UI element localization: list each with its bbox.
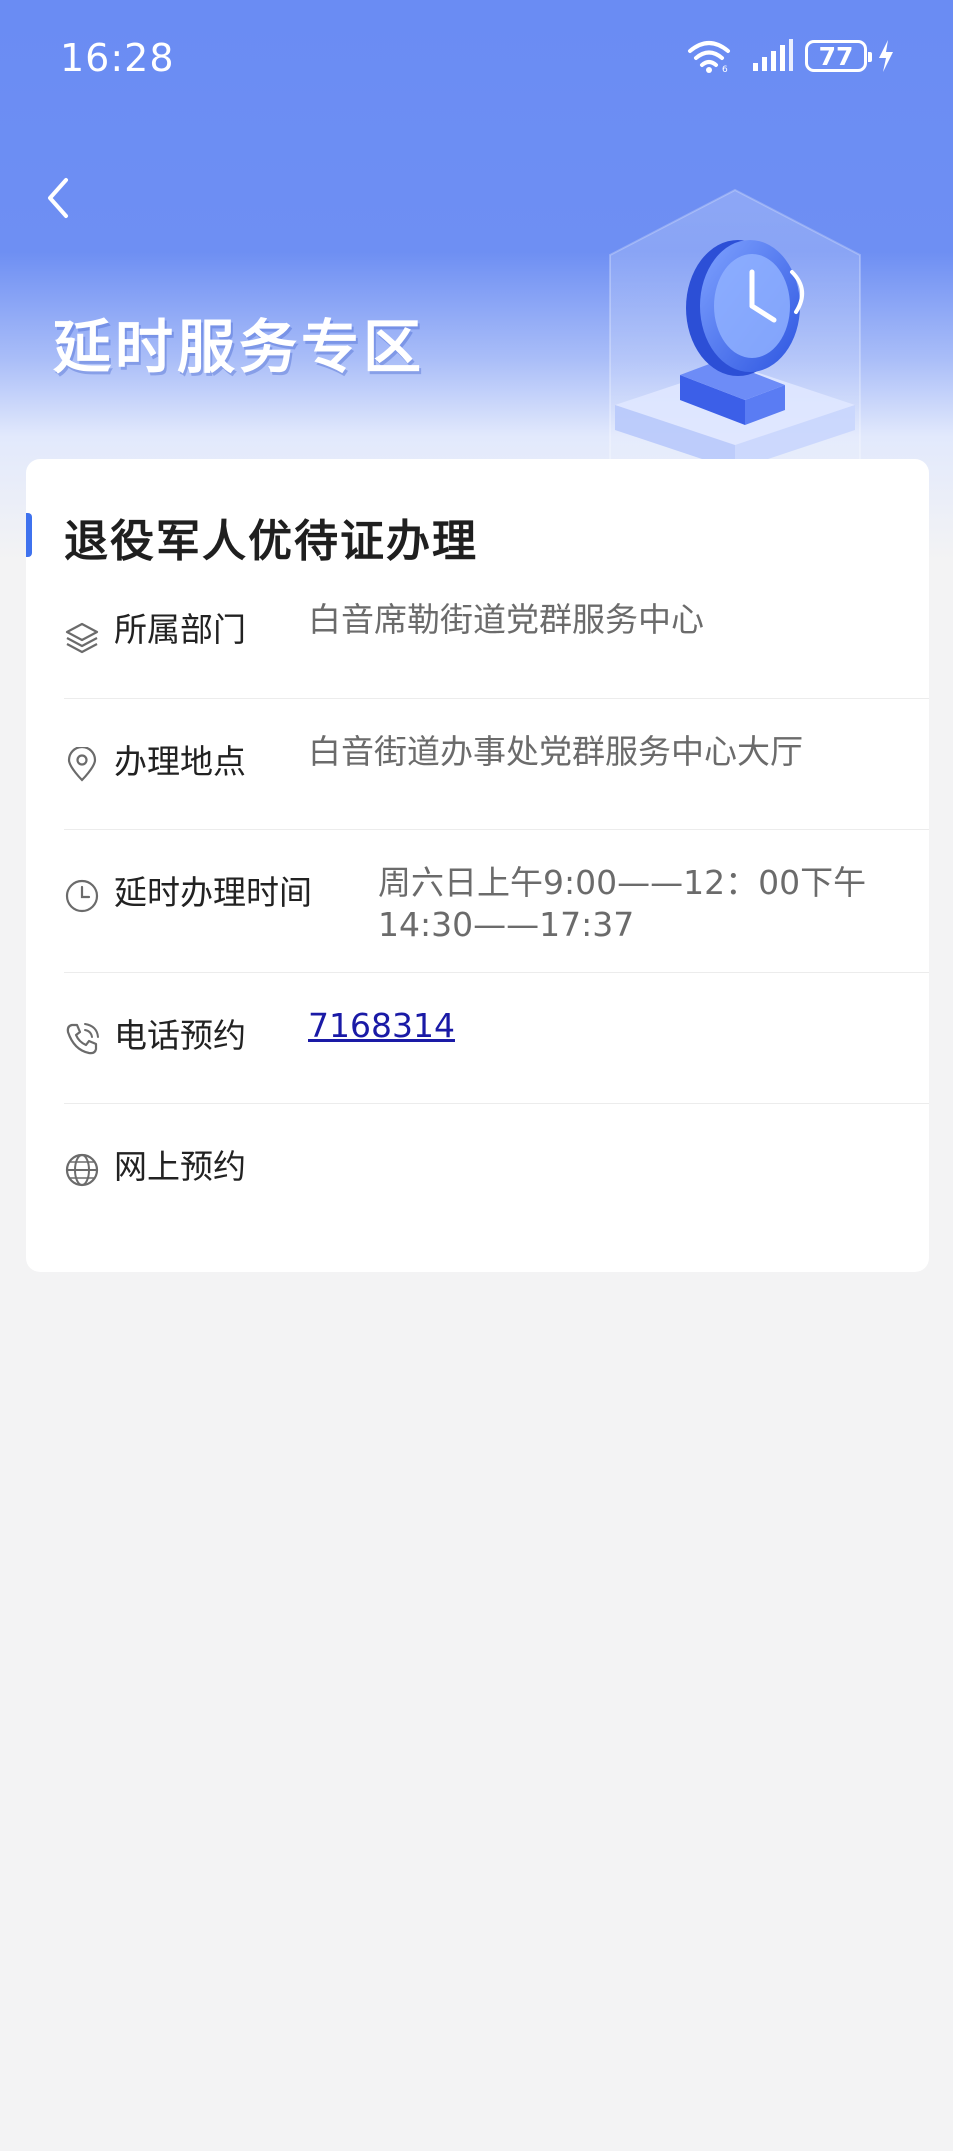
- status-time: 16:28: [60, 36, 175, 80]
- page: 16:28 6 77 延时服务专区 退役军人优待证办理 所属部门 白音席勒街道党…: [0, 0, 953, 2151]
- info-row-online[interactable]: 网上预约: [64, 1104, 929, 1235]
- clock-icon: [65, 879, 99, 913]
- page-title: 延时服务专区: [53, 313, 426, 381]
- card-accent-bar: [26, 513, 32, 557]
- battery-icon: 77: [805, 40, 872, 72]
- phone-label: 电话预约: [114, 1016, 246, 1055]
- info-row-hours: 延时办理时间 周六日上午9:00——12：00下午 14:30——17:37: [64, 830, 929, 973]
- chevron-left-icon: [48, 178, 68, 218]
- hours-label: 延时办理时间: [114, 873, 312, 912]
- status-icons: 6 77: [687, 38, 895, 74]
- back-button[interactable]: [36, 170, 80, 226]
- card-title: 退役军人优待证办理: [64, 516, 478, 567]
- phone-icon: [66, 1023, 99, 1055]
- department-value: 白音席勒街道党群服务中心: [308, 600, 704, 639]
- online-booking-label: 网上预约: [114, 1147, 246, 1186]
- phone-number-link[interactable]: 7168314: [308, 1005, 455, 1047]
- globe-icon: [65, 1153, 99, 1187]
- status-bar: 16:28 6 77: [0, 0, 953, 120]
- info-row-phone: 电话预约 7168314: [64, 973, 929, 1104]
- wifi-icon: 6: [688, 41, 730, 74]
- battery-level: 77: [818, 41, 854, 71]
- clock-on-platform-illustration: [609, 188, 861, 470]
- info-row-department: 所属部门 白音席勒街道党群服务中心: [64, 579, 929, 699]
- info-row-location: 办理地点 白音街道办事处党群服务中心大厅: [64, 699, 929, 830]
- location-label: 办理地点: [114, 742, 246, 781]
- service-card: 退役军人优待证办理 所属部门 白音席勒街道党群服务中心 办理地点 白音街道办事处…: [26, 459, 929, 1272]
- charge-icon: [879, 40, 893, 72]
- department-label: 所属部门: [114, 610, 246, 649]
- location-pin-icon: [67, 747, 97, 782]
- layers-icon: [65, 622, 99, 654]
- hours-value-line1: 周六日上午9:00——12：00下午: [378, 863, 867, 902]
- location-value: 白音街道办事处党群服务中心大厅: [308, 732, 803, 771]
- svg-text:6: 6: [722, 65, 728, 74]
- hours-value-line2: 14:30——17:37: [378, 905, 635, 944]
- signal-icon: [753, 39, 793, 71]
